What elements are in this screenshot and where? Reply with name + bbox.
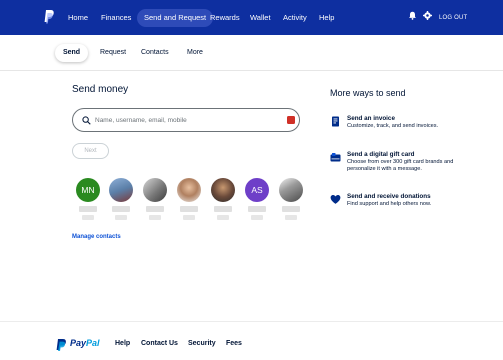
nav-rewards[interactable]: Rewards — [210, 9, 240, 27]
notification-bell-icon[interactable] — [408, 11, 417, 20]
more-ways-heading: More ways to send — [330, 88, 406, 98]
footer: PayPal Help Contact Us Security Fees — [0, 321, 503, 360]
contact-detail-redacted — [183, 215, 195, 220]
manage-contacts-link[interactable]: Manage contacts — [72, 234, 121, 240]
footer-fees-link[interactable]: Fees — [226, 340, 242, 347]
brand-pal: Pal — [86, 338, 100, 348]
avatar-photo[interactable] — [211, 178, 235, 202]
contact-card-icon[interactable] — [287, 116, 295, 124]
send-invoice-option[interactable]: Send an invoice Customize, track, and se… — [330, 115, 470, 141]
send-invoice-description: Customize, track, and send invoices. — [347, 123, 439, 129]
gift-card-icon — [330, 153, 341, 162]
nav-home[interactable]: Home — [68, 9, 88, 27]
invoice-icon — [332, 116, 339, 127]
search-icon — [82, 116, 91, 125]
send-gift-card-title[interactable]: Send a digital gift card — [347, 151, 415, 158]
contact-name-redacted — [112, 206, 130, 212]
avatar-photo[interactable] — [177, 178, 201, 202]
contact-name-redacted — [146, 206, 164, 212]
recipient-search-box[interactable] — [72, 108, 300, 132]
brand-pay: Pay — [70, 338, 87, 348]
avatar[interactable]: MN — [76, 178, 100, 202]
contact-detail-redacted — [217, 215, 229, 220]
contact-detail-redacted — [285, 215, 297, 220]
contact-detail-redacted — [251, 215, 263, 220]
top-navigation-bar: Home Finances Send and Request Rewards W… — [0, 0, 503, 35]
paypal-wordmark: PayPal — [70, 338, 100, 348]
footer-contact-us-link[interactable]: Contact Us — [141, 340, 178, 347]
contact-name-redacted — [248, 206, 266, 212]
recipient-search-input[interactable] — [95, 113, 275, 127]
nav-send-and-request[interactable]: Send and Request — [137, 9, 214, 27]
send-invoice-title[interactable]: Send an invoice — [347, 115, 395, 122]
donations-option[interactable]: Send and receive donations Find support … — [330, 193, 470, 213]
paypal-logo-icon[interactable] — [44, 10, 54, 24]
paypal-logo-icon[interactable] — [56, 339, 67, 351]
donation-heart-icon — [330, 195, 341, 204]
logout-link[interactable]: LOG OUT — [439, 9, 467, 27]
nav-activity[interactable]: Activity — [283, 9, 307, 27]
sub-navigation: Send Request Contacts More — [0, 35, 503, 71]
send-money-heading: Send money — [72, 84, 129, 95]
avatar-photo[interactable] — [109, 178, 133, 202]
donations-title[interactable]: Send and receive donations — [347, 193, 431, 200]
footer-security-link[interactable]: Security — [188, 340, 216, 347]
next-button[interactable]: Next — [72, 143, 109, 159]
contact-name-redacted — [282, 206, 300, 212]
contact-detail-redacted — [82, 215, 94, 220]
tab-more[interactable]: More — [187, 44, 203, 62]
tab-request[interactable]: Request — [100, 44, 126, 62]
contact-name-redacted — [180, 206, 198, 212]
footer-help-link[interactable]: Help — [115, 340, 130, 347]
nav-help[interactable]: Help — [319, 9, 334, 27]
send-gift-card-description: Choose from over 300 gift card brands an… — [347, 159, 454, 172]
contact-detail-redacted — [115, 215, 127, 220]
tab-send[interactable]: Send — [55, 44, 88, 62]
contact-name-redacted — [79, 206, 97, 212]
avatar[interactable]: AS — [245, 178, 269, 202]
send-gift-card-option[interactable]: Send a digital gift card Choose from ove… — [330, 151, 470, 183]
avatar-photo[interactable] — [279, 178, 303, 202]
tab-contacts[interactable]: Contacts — [141, 44, 169, 62]
nav-wallet[interactable]: Wallet — [250, 9, 271, 27]
settings-gear-icon[interactable] — [423, 11, 432, 20]
donations-description: Find support and help others now. — [347, 201, 432, 207]
contact-name-redacted — [214, 206, 232, 212]
nav-finances[interactable]: Finances — [101, 9, 131, 27]
avatar-photo[interactable] — [143, 178, 167, 202]
contact-detail-redacted — [149, 215, 161, 220]
